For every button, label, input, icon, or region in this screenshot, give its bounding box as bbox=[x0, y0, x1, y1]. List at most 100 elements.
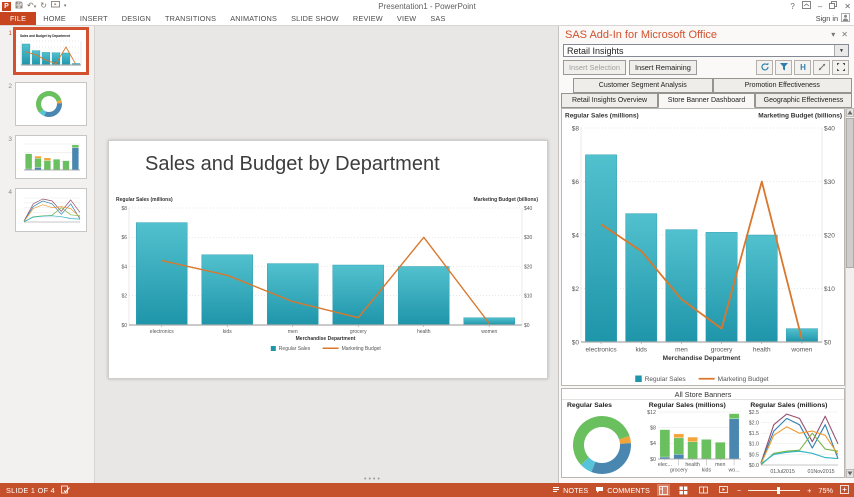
tab-design[interactable]: DESIGN bbox=[115, 12, 158, 25]
notes-splitter[interactable]: •••• bbox=[364, 476, 382, 483]
expand-icon[interactable] bbox=[832, 59, 849, 75]
svg-text:$30: $30 bbox=[524, 235, 533, 241]
pane-close-icon[interactable]: ✕ bbox=[841, 30, 848, 39]
sas-toolbar: Insert Selection Insert Remaining H bbox=[563, 59, 849, 75]
svg-text:$8: $8 bbox=[572, 125, 580, 132]
comments-label: COMMENTS bbox=[607, 485, 650, 495]
tab-customer-segment-analysis[interactable]: Customer Segment Analysis bbox=[573, 78, 713, 93]
scrollbar-thumb[interactable] bbox=[846, 118, 854, 268]
report-selector-value: Retail Insights bbox=[567, 45, 624, 56]
svg-text:$20: $20 bbox=[524, 264, 533, 270]
svg-text:electronics: electronics bbox=[586, 347, 618, 354]
tab-store-banner-dashboard[interactable]: Store Banner Dashboard bbox=[658, 93, 755, 108]
ribbon-display-options-icon[interactable] bbox=[801, 1, 811, 11]
thumbnail-image[interactable] bbox=[15, 82, 87, 126]
dashboard-main-chart[interactable]: $0 $0 $2 $10 $4 $20 $6 $30 $8 $40 electronics kids m… bbox=[561, 108, 845, 386]
svg-text:$0: $0 bbox=[650, 457, 656, 463]
restore-icon[interactable] bbox=[829, 1, 838, 11]
notes-button[interactable]: NOTES bbox=[552, 486, 588, 495]
tab-home[interactable]: HOME bbox=[36, 12, 73, 25]
properties-icon[interactable]: H bbox=[794, 59, 811, 75]
tab-promotion-effectiveness[interactable]: Promotion Effectiveness bbox=[712, 78, 852, 93]
svg-text:grocery: grocery bbox=[670, 468, 688, 474]
svg-text:01Jul2015: 01Jul2015 bbox=[771, 469, 796, 475]
thumbnail-image[interactable] bbox=[15, 135, 87, 179]
thumbnail-number: 3 bbox=[8, 136, 12, 143]
thumbnail-slide-1[interactable]: 1 Sales and Budget by Department bbox=[3, 27, 90, 75]
svg-text:$0: $0 bbox=[524, 323, 530, 329]
thumbnail-number: 4 bbox=[8, 189, 12, 196]
close-icon[interactable]: ✕ bbox=[844, 2, 851, 11]
svg-text:kids: kids bbox=[223, 329, 232, 335]
tab-transitions[interactable]: TRANSITIONS bbox=[158, 12, 223, 25]
slide-indicator[interactable]: SLIDE 1 OF 4 bbox=[6, 486, 55, 495]
reading-view-button[interactable] bbox=[697, 484, 710, 496]
mini-chart-title: Regular Sales bbox=[567, 402, 612, 409]
mini-bar-chart[interactable]: Regular Sales (millions) $0 $4 $8 $12 elec..… bbox=[644, 400, 746, 480]
fit-slide-button[interactable] bbox=[840, 484, 849, 496]
thumbnail-image[interactable] bbox=[15, 188, 87, 232]
svg-text:$12: $12 bbox=[647, 410, 656, 416]
resize-icon[interactable] bbox=[813, 59, 830, 75]
svg-text:$30: $30 bbox=[824, 179, 835, 186]
svg-text:Marketing Budget (billions): Marketing Budget (billions) bbox=[474, 197, 539, 203]
mini-donut-chart[interactable]: Regular Sales bbox=[562, 400, 644, 480]
tab-geographic-effectiveness[interactable]: Geographic Effectiveness bbox=[755, 93, 852, 108]
slideshow-view-button[interactable] bbox=[717, 484, 730, 496]
svg-text:wo...: wo... bbox=[728, 468, 739, 474]
pane-options-icon[interactable]: ▾ bbox=[831, 30, 835, 39]
banners-title: All Store Banners bbox=[562, 389, 844, 400]
svg-text:$0: $0 bbox=[824, 339, 832, 346]
sas-panel-title: SAS Add-In for Microsoft Office bbox=[565, 28, 718, 41]
filter-icon[interactable] bbox=[775, 59, 792, 75]
scroll-up-icon[interactable] bbox=[846, 108, 854, 117]
svg-text:$4: $4 bbox=[650, 441, 656, 447]
svg-text:Merchandise Department: Merchandise Department bbox=[296, 336, 356, 342]
refresh-icon[interactable] bbox=[756, 59, 773, 75]
spellcheck-icon[interactable] bbox=[61, 485, 70, 496]
sign-in[interactable]: Sign in bbox=[816, 12, 854, 25]
tab-view[interactable]: VIEW bbox=[390, 12, 423, 25]
slide-sorter-view-button[interactable] bbox=[677, 484, 690, 496]
tab-animations[interactable]: ANIMATIONS bbox=[223, 12, 284, 25]
svg-text:women: women bbox=[481, 329, 497, 335]
zoom-slider-thumb[interactable] bbox=[776, 486, 780, 494]
zoom-level[interactable]: 75% bbox=[818, 486, 833, 495]
svg-text:Regular Sales: Regular Sales bbox=[645, 376, 687, 383]
tab-sas[interactable]: SAS bbox=[423, 12, 452, 25]
dropdown-arrow-icon[interactable]: ▼ bbox=[834, 45, 848, 56]
tab-review[interactable]: REVIEW bbox=[346, 12, 390, 25]
svg-text:men: men bbox=[715, 462, 725, 468]
zoom-in-button[interactable]: + bbox=[807, 486, 811, 495]
tab-insert[interactable]: INSERT bbox=[73, 12, 115, 25]
thumbnail-image[interactable]: Sales and Budget by Department bbox=[13, 27, 89, 75]
svg-text:Marketing Budget: Marketing Budget bbox=[342, 346, 382, 352]
thumbnail-number: 2 bbox=[8, 83, 12, 90]
scrollbar-vertical[interactable] bbox=[845, 108, 854, 478]
thumbnail-slide-2[interactable]: 2 bbox=[3, 82, 90, 126]
insert-remaining-button[interactable]: Insert Remaining bbox=[628, 59, 697, 75]
zoom-slider[interactable] bbox=[748, 486, 801, 494]
comments-button[interactable]: COMMENTS bbox=[595, 486, 650, 495]
report-selector[interactable]: Retail Insights ▼ bbox=[563, 44, 849, 57]
zoom-out-button[interactable]: − bbox=[737, 486, 741, 495]
minimize-icon[interactable]: – bbox=[818, 2, 822, 11]
mini-line-chart[interactable]: Regular Sales (millions) $0.0 $0.5 $1.0 $1.… bbox=[745, 400, 844, 480]
thumbnail-slide-4[interactable]: 4 bbox=[3, 188, 90, 232]
thumbnail-number: 1 bbox=[8, 30, 12, 37]
slide-chart[interactable]: $0 $0 $2 $10 $4 $20 $6 $30 $8 $40 electronics kids m… bbox=[115, 195, 539, 358]
scroll-down-icon[interactable] bbox=[846, 469, 854, 478]
notes-label: NOTES bbox=[563, 485, 589, 495]
tab-slide-show[interactable]: SLIDE SHOW bbox=[284, 12, 346, 25]
help-icon[interactable]: ? bbox=[790, 2, 794, 11]
normal-view-button[interactable] bbox=[656, 484, 670, 496]
slide-canvas[interactable]: Sales and Budget by Department $0 $0 $2 $10… bbox=[108, 140, 548, 379]
insert-selection-button[interactable]: Insert Selection bbox=[563, 59, 626, 75]
slide-title[interactable]: Sales and Budget by Department bbox=[145, 153, 440, 176]
status-bar: SLIDE 1 OF 4 NOTES COMMENTS − + 75% bbox=[0, 483, 854, 497]
tab-retail-insights-overview[interactable]: Retail Insights Overview bbox=[561, 93, 658, 108]
svg-text:$0.5: $0.5 bbox=[749, 452, 759, 458]
tab-file[interactable]: FILE bbox=[0, 12, 37, 25]
svg-text:$1.0: $1.0 bbox=[749, 442, 759, 448]
thumbnail-slide-3[interactable]: 3 bbox=[3, 135, 90, 179]
